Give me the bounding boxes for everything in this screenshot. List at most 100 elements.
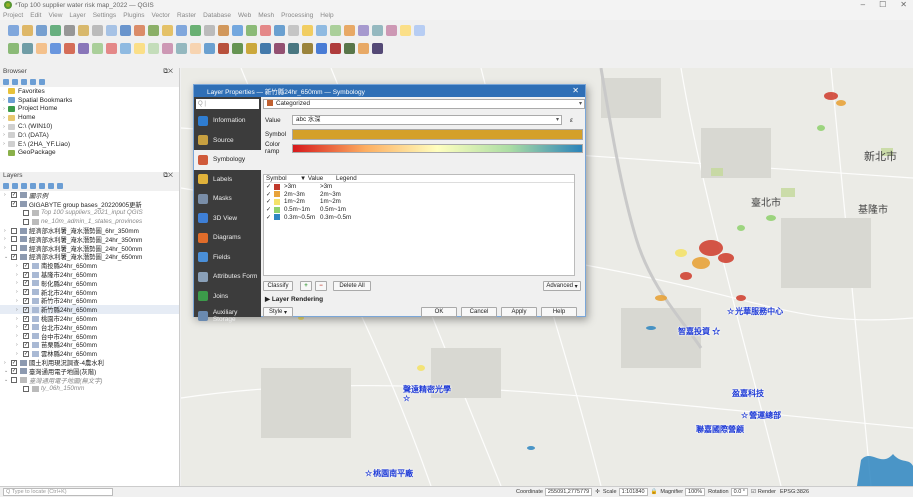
toolbar-tool-icon[interactable]: [162, 42, 173, 54]
toolbar-tool-icon[interactable]: [204, 42, 215, 54]
class-checkbox[interactable]: ✓: [264, 183, 274, 190]
renderer-select[interactable]: Categorized: [263, 99, 585, 109]
menu-help[interactable]: Help: [320, 12, 333, 19]
toolbar-tool-icon[interactable]: [358, 24, 369, 36]
toolbar-tool-icon[interactable]: [92, 24, 103, 36]
menu-web[interactable]: Web: [238, 12, 251, 19]
class-checkbox[interactable]: ✓: [264, 198, 274, 205]
expand-arrow-icon[interactable]: ›: [0, 141, 8, 147]
magnifier-field[interactable]: 100%: [685, 488, 706, 496]
filter-icon[interactable]: [21, 79, 27, 85]
layer-visibility-checkbox[interactable]: [11, 227, 17, 234]
layer-visibility-checkbox[interactable]: [11, 245, 17, 252]
expand-arrow-icon[interactable]: ›: [16, 316, 23, 322]
cancel-button[interactable]: Cancel: [461, 307, 497, 317]
toolbar-tool-icon[interactable]: [232, 24, 243, 36]
toolbar-tool-icon[interactable]: [330, 42, 341, 54]
class-symbol-swatch[interactable]: [274, 198, 280, 205]
layer-row[interactable]: › 經濟部水利署_淹水潛勢圖_24hr_500mm: [0, 244, 179, 253]
locator-search-input[interactable]: Q Type to locate (Ctrl+K): [3, 488, 113, 496]
menu-processing[interactable]: Processing: [281, 12, 313, 19]
expand-arrow-icon[interactable]: ›: [4, 360, 11, 366]
scale-field[interactable]: 1:101840: [618, 488, 648, 496]
toolbar-tool-icon[interactable]: [148, 24, 159, 36]
toolbar-tool-icon[interactable]: [274, 42, 285, 54]
tab-joins[interactable]: Joins: [194, 287, 261, 307]
tab-diagrams[interactable]: Diagrams: [194, 228, 261, 248]
class-row[interactable]: ✓ 2m~3m 2m~3m: [264, 191, 574, 199]
toolbar-tool-icon[interactable]: [372, 42, 383, 54]
expand-arrow-icon[interactable]: ›: [16, 298, 23, 304]
browser-item[interactable]: › Spatial Bookmarks: [0, 96, 179, 105]
toolbar-tool-icon[interactable]: [232, 42, 243, 54]
expand-arrow-icon[interactable]: ⌄: [4, 377, 11, 383]
expand-arrow-icon[interactable]: ›: [0, 132, 8, 138]
toolbar-tool-icon[interactable]: [288, 42, 299, 54]
panel-undock-icon[interactable]: ⧉✕: [163, 172, 173, 181]
toolbar-tool-icon[interactable]: [316, 24, 327, 36]
menu-vector[interactable]: Vector: [152, 12, 170, 19]
menu-view[interactable]: View: [48, 12, 62, 19]
expand-arrow-icon[interactable]: ›: [16, 324, 23, 330]
apply-button[interactable]: Apply: [501, 307, 537, 317]
help-button[interactable]: Help: [541, 307, 577, 317]
layer-row[interactable]: › ✓ 圖示例: [0, 191, 179, 200]
toolbar-tool-icon[interactable]: [400, 24, 411, 36]
toolbar-tool-icon[interactable]: [246, 42, 257, 54]
expand-arrow-icon[interactable]: ›: [4, 245, 11, 251]
layer-visibility-checkbox[interactable]: ✓: [23, 341, 29, 348]
toolbar-tool-icon[interactable]: [176, 24, 187, 36]
collapse-icon[interactable]: [30, 79, 36, 85]
menu-mesh[interactable]: Mesh: [258, 12, 274, 19]
browser-item[interactable]: › Home: [0, 113, 179, 122]
layer-row[interactable]: › ✓ 雲林縣24hr_650mm: [0, 349, 179, 358]
layer-visibility-checkbox[interactable]: [11, 236, 17, 243]
poi-marker-6[interactable]: ☆桃園南平廠: [365, 468, 413, 479]
menu-database[interactable]: Database: [203, 12, 231, 19]
toolbar-tool-icon[interactable]: [344, 24, 355, 36]
sidebar-search-input[interactable]: Q |: [196, 99, 259, 109]
ok-button[interactable]: OK: [421, 307, 457, 317]
layer-row[interactable]: › 經濟部水利署_淹水潛勢圖_6hr_350mm: [0, 226, 179, 235]
remove-layer-icon[interactable]: [57, 183, 63, 189]
class-checkbox[interactable]: ✓: [264, 214, 274, 221]
layer-visibility-checkbox[interactable]: ✓: [23, 315, 29, 322]
info-icon[interactable]: [39, 79, 45, 85]
expand-arrow-icon[interactable]: ›: [0, 115, 8, 121]
expand-arrow-icon[interactable]: ›: [0, 124, 8, 130]
layer-row[interactable]: › ✓ 南投縣24hr_650mm: [0, 261, 179, 270]
toolbar-tool-icon[interactable]: [204, 24, 215, 36]
toolbar-tool-icon[interactable]: [36, 42, 47, 54]
toolbar-tool-icon[interactable]: [22, 24, 33, 36]
expand-arrow-icon[interactable]: ⌄: [4, 368, 11, 374]
advanced-button[interactable]: Advanced ▾: [543, 281, 581, 291]
tab-masks[interactable]: Masks: [194, 189, 261, 209]
tab-fields[interactable]: Fields: [194, 248, 261, 268]
toolbar-tool-icon[interactable]: [134, 42, 145, 54]
toolbar-tool-icon[interactable]: [260, 24, 271, 36]
toolbar-tool-icon[interactable]: [8, 24, 19, 36]
layer-visibility-checkbox[interactable]: ✓: [23, 262, 29, 269]
layer-row[interactable]: › 經濟部水利署_淹水潛勢圖_24hr_350mm: [0, 235, 179, 244]
layer-row[interactable]: › ✓ 彰化縣24hr_650mm: [0, 279, 179, 288]
menu-raster[interactable]: Raster: [177, 12, 196, 19]
layer-visibility-checkbox[interactable]: ✓: [11, 359, 17, 366]
expand-arrow-icon[interactable]: ›: [4, 228, 11, 234]
layer-visibility-checkbox[interactable]: ✓: [11, 253, 17, 260]
layer-visibility-checkbox[interactable]: ✓: [23, 297, 29, 304]
layer-visibility-checkbox[interactable]: [23, 218, 29, 225]
toolbar-tool-icon[interactable]: [218, 42, 229, 54]
refresh-icon[interactable]: [3, 79, 9, 85]
toolbar-tool-icon[interactable]: [302, 24, 313, 36]
menu-layer[interactable]: Layer: [69, 12, 85, 19]
expand-arrow-icon[interactable]: ›: [4, 192, 11, 198]
expand-arrow-icon[interactable]: ›: [16, 263, 23, 269]
toolbar-tool-icon[interactable]: [50, 24, 61, 36]
layer-visibility-checkbox[interactable]: ✓: [23, 271, 29, 278]
toolbar-tool-icon[interactable]: [190, 42, 201, 54]
poi-star-2[interactable]: ☆: [403, 394, 411, 403]
toolbar-tool-icon[interactable]: [330, 24, 341, 36]
crs-button[interactable]: EPSG:3826: [780, 489, 809, 495]
expression-icon[interactable]: ε: [570, 117, 573, 124]
color-ramp-select[interactable]: [292, 143, 583, 153]
